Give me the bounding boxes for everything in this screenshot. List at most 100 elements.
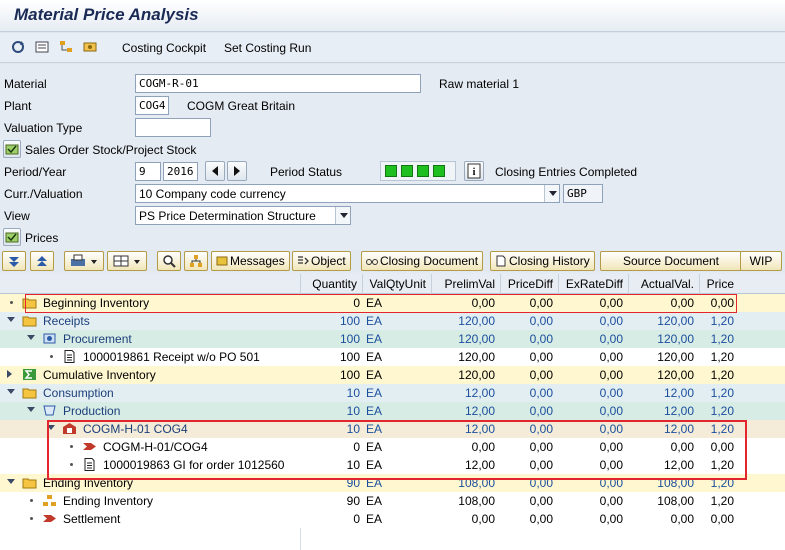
bullet-icon bbox=[30, 499, 33, 502]
collapse-icon bbox=[37, 256, 47, 266]
cell-u: EA bbox=[366, 494, 383, 508]
cell-av: 120,00 bbox=[657, 350, 694, 364]
closing-document-button[interactable]: Closing Document bbox=[361, 251, 484, 271]
year-input[interactable]: 2016 bbox=[163, 162, 198, 181]
expand-icon bbox=[9, 257, 19, 267]
col-actualval[interactable]: ActualVal. bbox=[628, 274, 699, 294]
structure-button[interactable] bbox=[184, 251, 208, 271]
table-row[interactable]: Consumption 10 EA 12,00 0,00 0,00 12,00 1,20 bbox=[0, 384, 785, 402]
cell-ed: 0,00 bbox=[599, 386, 623, 400]
glasses-icon bbox=[366, 259, 378, 265]
period-year-label: Period/Year bbox=[4, 165, 67, 179]
table-row[interactable]: Settlement 0 EA 0,00 0,00 0,00 0,00 0,00 bbox=[0, 510, 785, 528]
cell-p: 1,20 bbox=[710, 476, 734, 490]
view-select[interactable]: PS Price Determination Structure bbox=[135, 206, 351, 225]
table-row[interactable]: Production 10 EA 12,00 0,00 0,00 12,00 1,20 bbox=[0, 402, 785, 420]
table-row[interactable]: COGM-H-01 COG4 10 EA 12,00 0,00 0,00 12,00 1,20 bbox=[0, 420, 785, 438]
currency-valuation-select[interactable]: 10 Company code currency bbox=[135, 184, 560, 203]
layout-button[interactable] bbox=[107, 251, 147, 271]
period-input[interactable]: 9 bbox=[135, 162, 161, 181]
cell-pd: 0,00 bbox=[529, 314, 553, 328]
previous-period-button[interactable] bbox=[205, 161, 225, 181]
row-label: 1000019861 Receipt w/o PO 501 bbox=[83, 350, 260, 364]
cell-pd: 0,00 bbox=[529, 350, 553, 364]
messages-button[interactable]: Messages bbox=[211, 251, 290, 271]
production-icon bbox=[42, 404, 57, 417]
material-input[interactable]: COGM-R-01 bbox=[135, 74, 421, 93]
cell-p: 0,00 bbox=[710, 512, 734, 526]
expand-node-icon[interactable] bbox=[7, 479, 15, 484]
expand-node-icon[interactable] bbox=[47, 425, 55, 430]
table-row[interactable]: 1000019861 Receipt w/o PO 501 100 EA 120,00… bbox=[0, 348, 785, 366]
col-price[interactable]: Price bbox=[699, 274, 739, 294]
table-row[interactable]: Ending Inventory 90 EA 108,00 0,00 0,00 108,00… bbox=[0, 492, 785, 510]
cell-p: 1,20 bbox=[710, 386, 734, 400]
set-costing-run-button[interactable]: Set Costing Run bbox=[224, 41, 311, 55]
cell-q: 90 bbox=[346, 494, 360, 508]
cell-pd: 0,00 bbox=[529, 296, 553, 310]
bullet-icon bbox=[50, 355, 53, 358]
refresh-icon[interactable] bbox=[10, 39, 26, 55]
sales-order-stock-toggle[interactable] bbox=[3, 140, 21, 158]
list-icon[interactable] bbox=[34, 39, 50, 55]
col-prelimval[interactable]: PrelimVal bbox=[431, 274, 500, 294]
cell-av: 120,00 bbox=[657, 332, 694, 346]
find-button[interactable] bbox=[157, 251, 181, 271]
collapse-all-button[interactable] bbox=[30, 251, 54, 271]
document-icon bbox=[62, 350, 77, 363]
closing-history-button[interactable]: Closing History bbox=[490, 251, 595, 271]
cell-u: EA bbox=[366, 512, 383, 526]
table-row[interactable]: Ending Inventory 90 EA 108,00 0,00 0,00 108,00… bbox=[0, 474, 785, 492]
collapse-node-icon[interactable] bbox=[7, 370, 12, 378]
cell-pv: 0,00 bbox=[471, 440, 495, 454]
next-period-button[interactable] bbox=[227, 161, 247, 181]
valuation-type-input[interactable] bbox=[135, 118, 211, 137]
cell-pd: 0,00 bbox=[529, 458, 553, 472]
cell-pd: 0,00 bbox=[529, 440, 553, 454]
info-button[interactable]: i bbox=[464, 161, 484, 181]
cell-pv: 120,00 bbox=[458, 332, 495, 346]
prices-toggle[interactable] bbox=[3, 228, 21, 246]
expand-all-button[interactable] bbox=[2, 251, 26, 271]
cell-ed: 0,00 bbox=[599, 458, 623, 472]
table-row[interactable]: Procurement 100 EA 120,00 0,00 0,00 120,00 1,20 bbox=[0, 330, 785, 348]
object-button[interactable]: Object bbox=[292, 251, 351, 271]
wip-button[interactable]: WIP bbox=[740, 251, 782, 271]
col-pricediff[interactable]: PriceDiff bbox=[500, 274, 558, 294]
cell-p: 1,20 bbox=[710, 458, 734, 472]
source-document-button[interactable]: Source Document bbox=[600, 251, 742, 271]
expand-node-icon[interactable] bbox=[27, 335, 35, 340]
table-row[interactable]: Beginning Inventory 0 EA 0,00 0,00 0,00 0,00 0,… bbox=[0, 294, 785, 312]
row-label: Ending Inventory bbox=[63, 494, 154, 508]
prices-label: Prices bbox=[25, 231, 59, 245]
expand-node-icon[interactable] bbox=[27, 407, 35, 412]
cell-pd: 0,00 bbox=[529, 332, 553, 346]
cell-u: EA bbox=[366, 422, 383, 436]
table-row[interactable]: COGM-H-01/COG4 0 EA 0,00 0,00 0,00 0,00 0,00 bbox=[0, 438, 785, 456]
view-label: View bbox=[4, 209, 30, 223]
arrow-icon bbox=[42, 512, 57, 525]
cell-p: 1,20 bbox=[710, 422, 734, 436]
costing-cockpit-button[interactable]: Costing Cockpit bbox=[122, 41, 206, 55]
table-row[interactable]: Cumulative Inventory 100 EA 120,00 0,00 0,00 1… bbox=[0, 366, 785, 384]
table-row[interactable]: Receipts 100 EA 120,00 0,00 0,00 120,00 1,20 bbox=[0, 312, 785, 330]
plant-input[interactable]: COG4 bbox=[135, 96, 169, 115]
cell-pd: 0,00 bbox=[529, 386, 553, 400]
cell-av: 12,00 bbox=[663, 422, 694, 436]
col-exratediff[interactable]: ExRateDiff bbox=[558, 274, 628, 294]
material-label: Material bbox=[4, 77, 47, 91]
print-button[interactable] bbox=[64, 251, 104, 271]
expand-node-icon[interactable] bbox=[7, 389, 15, 394]
table-row[interactable]: 1000019863 GI for order 1012560 10 EA 12,00… bbox=[0, 456, 785, 474]
settings-icon[interactable] bbox=[82, 39, 98, 55]
col-quantity[interactable]: Quantity bbox=[300, 274, 362, 294]
application-toolbar: Costing Cockpit Set Costing Run bbox=[0, 33, 785, 63]
hierarchy-icon[interactable] bbox=[58, 39, 74, 55]
expand-node-icon[interactable] bbox=[7, 317, 15, 322]
cell-p: 1,20 bbox=[710, 350, 734, 364]
cell-ed: 0,00 bbox=[599, 350, 623, 364]
col-valqtyunit[interactable]: ValQtyUnit bbox=[362, 274, 431, 294]
plant-description: COGM Great Britain bbox=[187, 99, 296, 113]
procurement-icon bbox=[42, 332, 57, 345]
cell-pv: 120,00 bbox=[458, 350, 495, 364]
